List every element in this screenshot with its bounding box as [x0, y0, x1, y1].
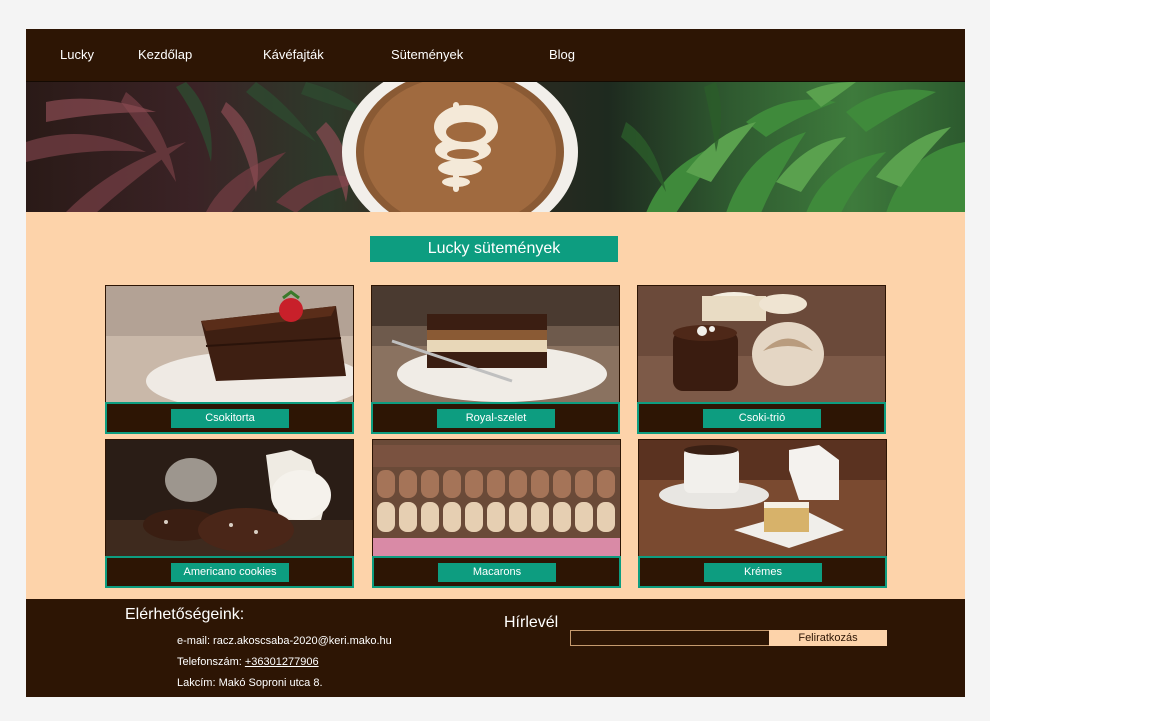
- footer: Elérhetőségeink: e-mail: racz.akoscsaba-…: [26, 599, 965, 697]
- contact-phone: Telefonszám: +36301277906: [177, 656, 319, 668]
- product-button-csokitorta[interactable]: Csokitorta: [171, 409, 289, 428]
- product-button-americano-cookies[interactable]: Americano cookies: [171, 563, 289, 582]
- nav-item-kezdolap[interactable]: Kezdőlap: [138, 47, 192, 62]
- product-bar: Americano cookies: [105, 556, 354, 588]
- nav-item-blog[interactable]: Blog: [549, 47, 575, 62]
- product-bar: Krémes: [638, 556, 887, 588]
- website-frame: Lucky Kezdőlap Kávéfajták Sütemények Blo…: [26, 29, 965, 697]
- product-button-macarons[interactable]: Macarons: [438, 563, 556, 582]
- phone-label: Telefonszám:: [177, 656, 242, 668]
- product-button-kremes[interactable]: Krémes: [704, 563, 822, 582]
- product-card-royal-szelet: Royal-szelet: [371, 285, 620, 435]
- section-title: Lucky sütemények: [370, 236, 618, 262]
- layered-cake-image: [371, 285, 620, 403]
- product-card-americano-cookies: Americano cookies: [105, 439, 354, 589]
- product-card-csokitorta: Csokitorta: [105, 285, 354, 435]
- nav-brand-lucky[interactable]: Lucky: [60, 47, 94, 62]
- product-bar: Royal-szelet: [371, 402, 620, 434]
- product-card-macarons: Macarons: [372, 439, 621, 589]
- hero-banner-image: [26, 81, 965, 212]
- subscribe-button[interactable]: Feliratkozás: [769, 630, 887, 646]
- macarons-image: [372, 439, 621, 557]
- newsletter-title: Hírlevél: [504, 614, 559, 631]
- chocolate-pralines-image: [637, 285, 886, 403]
- product-bar: Csokitorta: [105, 402, 354, 434]
- product-bar: Macarons: [372, 556, 621, 588]
- nav-item-kavefajtak[interactable]: Kávéfajták: [263, 47, 324, 62]
- phone-link[interactable]: +36301277906: [245, 656, 319, 668]
- nav-item-sutemenyek[interactable]: Sütemények: [391, 47, 463, 62]
- chocolate-cake-image: [105, 285, 354, 403]
- product-bar: Csoki-trió: [637, 402, 886, 434]
- top-nav: Lucky Kezdőlap Kávéfajták Sütemények Blo…: [26, 29, 965, 81]
- coffee-and-cake-image: [638, 439, 887, 557]
- contact-email: e-mail: racz.akoscsaba-2020@keri.mako.hu: [177, 635, 392, 647]
- contact-title: Elérhetőségeink:: [125, 606, 245, 623]
- product-button-royal-szelet[interactable]: Royal-szelet: [437, 409, 555, 428]
- product-card-kremes: Krémes: [638, 439, 887, 589]
- newsletter-email-input[interactable]: [570, 630, 770, 646]
- product-button-csoki-trio[interactable]: Csoki-trió: [703, 409, 821, 428]
- product-card-csoki-trio: Csoki-trió: [637, 285, 886, 435]
- chocolate-cookies-image: [105, 439, 354, 557]
- contact-address: Lakcím: Makó Soproni utca 8.: [177, 677, 323, 689]
